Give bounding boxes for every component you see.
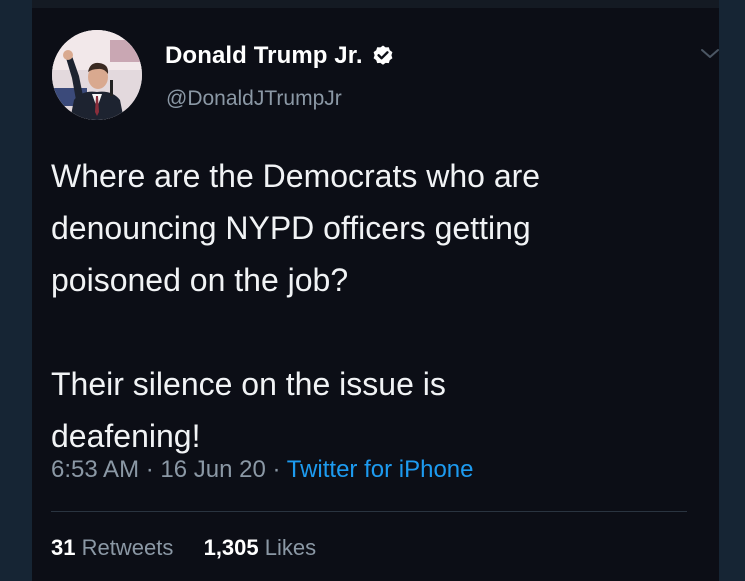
verified-badge-icon (371, 44, 395, 68)
tweet-meta: 6:53 AM · 16 Jun 20 · Twitter for iPhone (51, 456, 473, 484)
meta-separator-2: · (272, 456, 281, 483)
stats-divider (51, 511, 687, 512)
likes-stat[interactable]: 1,305 Likes (204, 535, 317, 560)
author-display-name[interactable]: Donald Trump Jr. (165, 42, 363, 70)
author-handle[interactable]: @DonaldJTrumpJr (166, 87, 342, 111)
tweet-date[interactable]: 16 Jun 20 (160, 456, 265, 483)
retweets-count: 31 (51, 535, 76, 560)
likes-count: 1,305 (203, 535, 259, 560)
tweet-text: Where are the Democrats who are denounci… (51, 158, 541, 454)
retweets-label: Retweets (81, 535, 174, 560)
screenshot-frame: Donald Trump Jr. @DonaldJTrumpJr Where a… (0, 0, 745, 581)
tweet-source-link[interactable]: Twitter for iPhone (287, 456, 474, 483)
meta-separator: · (145, 456, 154, 483)
profile-photo-icon (52, 30, 142, 120)
engagement-stats: 31 Retweets 1,305 Likes (51, 535, 316, 561)
likes-label: Likes (264, 535, 317, 560)
retweets-stat[interactable]: 31 Retweets (51, 535, 179, 560)
author-name-row[interactable]: Donald Trump Jr. (165, 42, 395, 70)
tweet-time[interactable]: 6:53 AM (51, 456, 139, 483)
chevron-down-icon[interactable] (700, 46, 720, 62)
avatar[interactable] (52, 30, 142, 120)
top-divider (32, 0, 719, 8)
